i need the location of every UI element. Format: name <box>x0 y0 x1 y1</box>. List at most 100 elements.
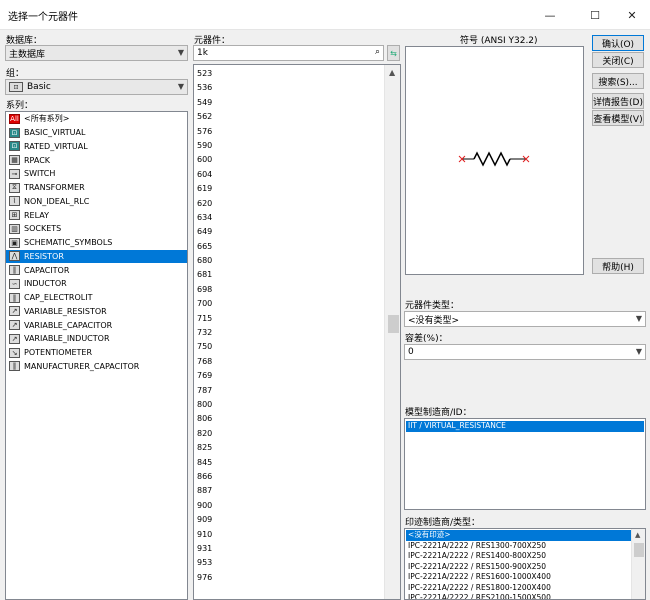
component-search-value: 1k <box>197 48 208 58</box>
component-type-select[interactable]: <没有类型> ▼ <box>404 311 646 327</box>
component-type-label: 元器件类型： <box>405 301 460 311</box>
family-item[interactable]: ⊡ RATED_VIRTUAL <box>6 140 187 154</box>
footprint-item[interactable]: IPC-2221A/2222 / RES1300-700X250 <box>406 541 632 552</box>
component-value-item[interactable]: 600 <box>194 153 384 167</box>
component-value-item[interactable]: 887 <box>194 484 384 498</box>
scroll-thumb[interactable] <box>634 543 644 557</box>
family-item[interactable]: ‖ CAPACITOR <box>6 263 187 277</box>
component-value-item[interactable]: 732 <box>194 326 384 340</box>
family-item[interactable]: ⊸ SWITCH <box>6 167 187 181</box>
component-value-item[interactable]: 820 <box>194 427 384 441</box>
component-value-item[interactable]: 619 <box>194 182 384 196</box>
component-value-item[interactable]: 953 <box>194 556 384 570</box>
view-model-button[interactable]: 查看模型(V) <box>592 110 644 126</box>
footprint-item[interactable]: IPC-2221A/2222 / RES1500-900X250 <box>406 562 632 573</box>
family-item[interactable]: ⌇ NON_IDEAL_RLC <box>6 195 187 209</box>
component-value-item[interactable]: 787 <box>194 384 384 398</box>
search-icon[interactable]: ⌕ <box>375 47 380 57</box>
component-value-item[interactable]: 680 <box>194 254 384 268</box>
family-item[interactable]: ▥ SOCKETS <box>6 222 187 236</box>
component-value-item[interactable]: 698 <box>194 283 384 297</box>
family-item-label: RESISTOR <box>24 251 64 261</box>
family-label: 系列： <box>6 101 34 111</box>
family-item[interactable]: ↗ VARIABLE_INDUCTOR <box>6 332 187 346</box>
group-select[interactable]: ⊡ Basic ▼ <box>5 79 188 95</box>
scroll-up-icon[interactable]: ▲ <box>389 68 395 77</box>
component-value-item[interactable]: 649 <box>194 225 384 239</box>
footprint-item[interactable]: IPC-2221A/2222 / RES1600-1000X400 <box>406 572 632 583</box>
family-item-label: RATED_VIRTUAL <box>24 141 88 151</box>
component-value-item[interactable]: 931 <box>194 542 384 556</box>
help-button[interactable]: 帮助(H) <box>592 258 644 274</box>
component-value-item[interactable]: 976 <box>194 571 384 585</box>
filter-button[interactable]: ⇆ <box>387 45 400 61</box>
component-value-item[interactable]: 800 <box>194 398 384 412</box>
family-list[interactable]: All <所有系列> ⊡ BASIC_VIRTUAL ⊡ RATED_VIRTUAL ▦ RP… <box>5 111 188 600</box>
family-item[interactable]: ‖ CAP_ELECTROLIT <box>6 291 187 305</box>
family-item[interactable]: ⊡ BASIC_VIRTUAL <box>6 126 187 140</box>
family-item[interactable]: ↗ VARIABLE_RESISTOR <box>6 305 187 319</box>
model-mfr-item[interactable]: IIT / VIRTUAL_RESISTANCE <box>406 421 644 432</box>
component-value-item[interactable]: 634 <box>194 211 384 225</box>
component-value-item[interactable]: 866 <box>194 470 384 484</box>
component-value-item[interactable]: 825 <box>194 441 384 455</box>
component-value-item[interactable]: 665 <box>194 240 384 254</box>
family-item[interactable]: ▣ SCHEMATIC_SYMBOLS <box>6 236 187 250</box>
component-scrollbar[interactable]: ▲ <box>384 65 400 599</box>
family-item[interactable]: ↗ VARIABLE_CAPACITOR <box>6 318 187 332</box>
tolerance-value: 0 <box>408 347 414 357</box>
component-value-item[interactable]: 700 <box>194 297 384 311</box>
minimize-button[interactable]: — <box>530 0 570 30</box>
family-item[interactable]: All <所有系列> <box>6 112 187 126</box>
ok-button[interactable]: 确认(O) <box>592 35 644 51</box>
footprint-item[interactable]: IPC-2221A/2222 / RES2100-1500X500 <box>406 593 632 599</box>
family-item-label: SWITCH <box>24 169 56 179</box>
close-window-button[interactable]: ✕ <box>612 0 650 30</box>
family-item[interactable]: ⊞ RELAY <box>6 208 187 222</box>
family-item-label: VARIABLE_INDUCTOR <box>24 334 110 344</box>
family-item[interactable]: ∽ INDUCTOR <box>6 277 187 291</box>
search-button[interactable]: 搜索(S)... <box>592 73 644 89</box>
transformer-icon: ⧖ <box>9 182 20 193</box>
component-value-item[interactable]: 909 <box>194 513 384 527</box>
component-value-item[interactable]: 768 <box>194 355 384 369</box>
close-button[interactable]: 关闭(C) <box>592 52 644 68</box>
scroll-up-icon[interactable]: ▲ <box>635 531 640 539</box>
component-search-input[interactable]: 1k ⌕ <box>193 45 384 61</box>
component-value-item[interactable]: 549 <box>194 96 384 110</box>
component-value-item[interactable]: 806 <box>194 412 384 426</box>
component-value-item[interactable]: 681 <box>194 268 384 282</box>
component-value-item[interactable]: 715 <box>194 312 384 326</box>
footprint-item[interactable]: <没有印迹> <box>406 530 632 541</box>
model-mfr-list[interactable]: IIT / VIRTUAL_RESISTANCE <box>404 418 646 510</box>
component-value-item[interactable]: 576 <box>194 125 384 139</box>
maximize-button[interactable]: ☐ <box>575 0 615 30</box>
footprint-item[interactable]: IPC-2221A/2222 / RES1400-800X250 <box>406 551 632 562</box>
component-value-item[interactable]: 536 <box>194 81 384 95</box>
family-item[interactable]: ‖ MANUFACTURER_CAPACITOR <box>6 360 187 374</box>
component-value-item[interactable]: 845 <box>194 456 384 470</box>
tolerance-select[interactable]: 0 ▼ <box>404 344 646 360</box>
component-list[interactable]: 523 536 549 562 576 590 600 604 619 620 634 649 665 6… <box>193 64 401 600</box>
family-item-label: SOCKETS <box>24 224 62 234</box>
component-value-item[interactable]: 900 <box>194 499 384 513</box>
detail-report-button[interactable]: 详情报告(D) <box>592 93 644 109</box>
component-value-item[interactable]: 620 <box>194 197 384 211</box>
footprint-list[interactable]: <没有印迹> IPC-2221A/2222 / RES1300-700X250 IP… <box>404 528 646 600</box>
component-value-item[interactable]: 604 <box>194 168 384 182</box>
rated-virtual-icon: ⊡ <box>9 141 20 152</box>
component-value-item[interactable]: 750 <box>194 340 384 354</box>
component-value-item[interactable]: 562 <box>194 110 384 124</box>
footprint-item[interactable]: IPC-2221A/2222 / RES1800-1200X400 <box>406 583 632 594</box>
family-item[interactable]: ⧖ TRANSFORMER <box>6 181 187 195</box>
family-item[interactable]: ▦ RPACK <box>6 153 187 167</box>
component-value-item[interactable]: 769 <box>194 369 384 383</box>
footprint-scrollbar[interactable]: ▲ <box>631 529 645 599</box>
family-item[interactable]: ⋀ RESISTOR <box>6 249 187 264</box>
component-value-item[interactable]: 590 <box>194 139 384 153</box>
scroll-thumb[interactable] <box>388 315 399 333</box>
component-value-item[interactable]: 523 <box>194 67 384 81</box>
database-select[interactable]: 主数据库 ▼ <box>5 45 188 61</box>
component-value-item[interactable]: 910 <box>194 528 384 542</box>
family-item[interactable]: ↘ POTENTIOMETER <box>6 346 187 360</box>
